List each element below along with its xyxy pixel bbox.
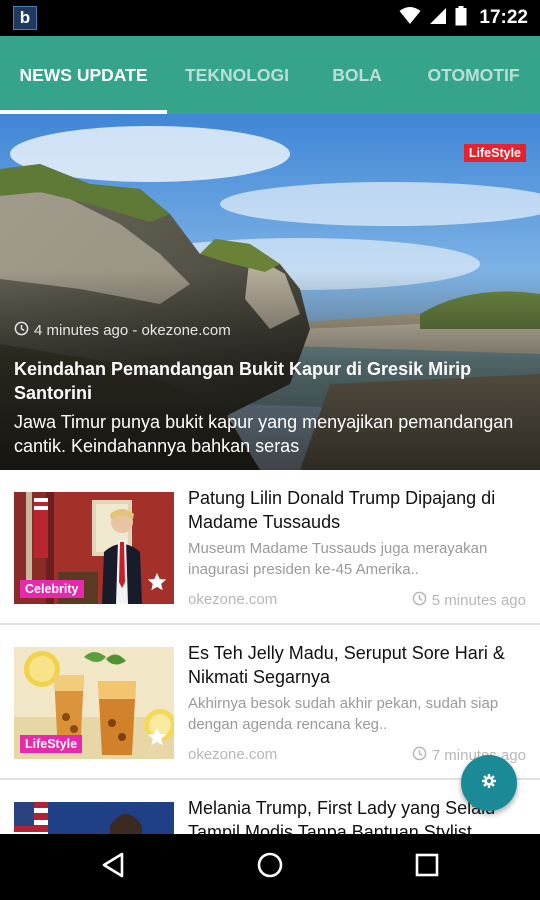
news-thumbnail: Celebrity xyxy=(14,492,174,604)
hero-title[interactable]: Keindahan Pemandangan Bukit Kapur di Gre… xyxy=(14,357,526,405)
hero-category-badge: LifeStyle xyxy=(463,144,526,162)
news-description: Museum Madame Tussauds juga merayakan in… xyxy=(188,540,488,578)
status-icons: 17:22 xyxy=(399,0,528,36)
news-title[interactable]: Patung Lilin Donald Trump Dipajang di Ma… xyxy=(188,486,528,534)
wifi-icon xyxy=(399,6,421,30)
clock-icon xyxy=(412,746,427,765)
gear-icon xyxy=(481,773,497,794)
news-description: Akhirnya besok sudah akhir pekan, sudah … xyxy=(188,695,499,733)
news-title[interactable]: Es Teh Jelly Madu, Seruput Sore Hari & N… xyxy=(188,641,528,689)
star-icon[interactable] xyxy=(146,726,168,753)
system-nav-bar xyxy=(0,834,540,900)
recents-icon xyxy=(414,852,440,883)
news-time-text: 5 minutes ago xyxy=(431,592,526,609)
clock-icon xyxy=(412,591,427,610)
news-source: okezone.com xyxy=(188,591,278,608)
list-item[interactable]: Melania Trump, First Lady yang Selalu Ta… xyxy=(0,780,540,834)
hero-article[interactable]: LifeStyle 4 minutes ago - okezone.com Ke… xyxy=(0,114,540,470)
hero-description: Jawa Timur punya bukit kapur yang menyaj… xyxy=(14,412,514,456)
news-list[interactable]: Celebrity Patung Lilin Donald Trump Dipa… xyxy=(0,470,540,834)
list-item[interactable]: Celebrity Patung Lilin Donald Trump Dipa… xyxy=(0,470,540,625)
status-time: 17:22 xyxy=(479,7,528,28)
category-badge: Celebrity xyxy=(20,580,84,598)
hero-meta-text: 4 minutes ago - okezone.com xyxy=(34,322,231,339)
app-notification-icon: b xyxy=(13,6,37,30)
tab-bola[interactable]: BOLA xyxy=(307,36,407,114)
hero-meta: 4 minutes ago - okezone.com xyxy=(14,321,231,340)
recents-button[interactable] xyxy=(387,834,467,900)
battery-icon xyxy=(455,5,467,31)
tab-teknologi[interactable]: TEKNOLOGI xyxy=(167,36,307,114)
back-icon xyxy=(100,851,126,884)
back-button[interactable] xyxy=(73,834,153,900)
home-icon xyxy=(256,851,284,884)
signal-icon xyxy=(429,7,447,30)
settings-fab[interactable] xyxy=(461,755,517,811)
category-badge: LifeStyle xyxy=(20,735,83,753)
category-tab-bar: NEWS UPDATE TEKNOLOGI BOLA OTOMOTIF xyxy=(0,36,540,114)
status-bar: b 17:22 xyxy=(0,0,540,36)
tab-otomotif[interactable]: OTOMOTIF xyxy=(407,36,540,114)
clock-icon xyxy=(14,321,29,340)
list-item[interactable]: LifeStyle Es Teh Jelly Madu, Seruput Sor… xyxy=(0,625,540,780)
news-thumbnail xyxy=(14,802,174,834)
news-time: 5 minutes ago xyxy=(412,591,526,610)
news-thumbnail: LifeStyle xyxy=(14,647,174,759)
star-icon[interactable] xyxy=(146,571,168,598)
home-button[interactable] xyxy=(230,834,310,900)
tab-news-update[interactable]: NEWS UPDATE xyxy=(0,36,167,114)
news-source: okezone.com xyxy=(188,746,278,763)
